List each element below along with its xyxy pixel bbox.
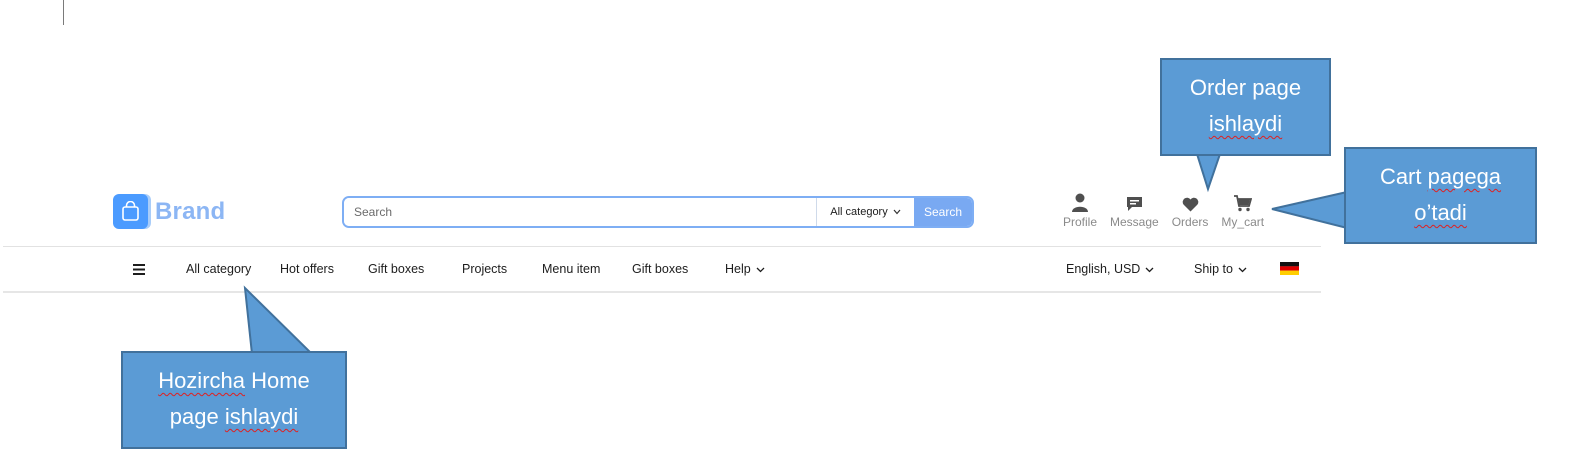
language-label: English, USD [1066, 262, 1141, 276]
main-nav: All category Hot offers Gift boxes Proje… [3, 247, 1321, 291]
home-annotation-callout: Hozircha Home page ishlaydi [121, 351, 347, 449]
message-button[interactable]: Message [1110, 192, 1159, 229]
home-annotation-word3: page [169, 404, 225, 429]
germany-flag-icon[interactable] [1280, 262, 1299, 275]
cart-annotation-word1: Cart [1379, 164, 1428, 189]
orders-annotation-callout: Order page ishlaydi [1160, 58, 1331, 156]
site-header: Brand All category Search Profile Messag… [3, 185, 1321, 293]
chevron-down-icon [1238, 262, 1247, 276]
nav-item-help[interactable]: Help [725, 247, 765, 291]
ship-to-label: Ship to [1194, 262, 1233, 276]
nav-divider [3, 291, 1321, 293]
orders-button[interactable]: Orders [1171, 192, 1209, 229]
brand-name: Brand [155, 197, 226, 225]
search-button[interactable]: Search [914, 198, 972, 226]
cart-icon [1233, 192, 1252, 212]
header-actions: Profile Message Orders My_cart [1063, 192, 1277, 229]
ship-to-select[interactable]: Ship to [1194, 247, 1247, 291]
home-annotation-word1: Hozircha [158, 368, 245, 393]
search-bar: All category Search [342, 196, 974, 228]
cart-annotation-callout: Cart pagega o’tadi [1344, 147, 1537, 244]
chevron-down-icon [756, 262, 765, 276]
category-select[interactable]: All category [816, 198, 914, 226]
help-label: Help [725, 262, 751, 276]
nav-item-projects[interactable]: Projects [462, 247, 507, 291]
search-input[interactable] [344, 198, 816, 226]
profile-label: Profile [1063, 215, 1098, 229]
orders-annotation-line1: Order page [1189, 75, 1302, 100]
text-cursor-line [63, 0, 64, 25]
cart-annotation-line2: o’tadi [1414, 200, 1467, 225]
orders-label: Orders [1171, 215, 1209, 229]
orders-annotation-line2: ishlaydi [1208, 111, 1283, 136]
home-annotation-word4: ishlaydi [224, 404, 299, 429]
home-annotation-word2: Home [245, 368, 310, 393]
category-select-label: All category [830, 206, 888, 218]
shopping-bag-icon [113, 194, 148, 229]
chevron-down-icon [893, 206, 901, 218]
brand-logo-link[interactable]: Brand [113, 194, 225, 229]
cart-button[interactable]: My_cart [1221, 192, 1264, 229]
cart-label: My_cart [1221, 215, 1265, 229]
nav-item-all-category[interactable]: All category [186, 247, 251, 291]
nav-item-menu-item[interactable]: Menu item [542, 247, 600, 291]
nav-item-gift-boxes-2[interactable]: Gift boxes [632, 247, 688, 291]
message-icon [1126, 192, 1143, 212]
message-label: Message [1110, 215, 1159, 229]
heart-icon [1182, 192, 1199, 212]
profile-button[interactable]: Profile [1063, 192, 1097, 229]
nav-item-gift-boxes[interactable]: Gift boxes [368, 247, 424, 291]
cart-annotation-word2: pagega [1427, 164, 1502, 189]
user-icon [1071, 192, 1089, 212]
hamburger-menu-icon[interactable] [133, 247, 145, 291]
chevron-down-icon [1145, 262, 1154, 276]
nav-item-hot-offers[interactable]: Hot offers [280, 247, 334, 291]
language-currency-select[interactable]: English, USD [1066, 247, 1154, 291]
